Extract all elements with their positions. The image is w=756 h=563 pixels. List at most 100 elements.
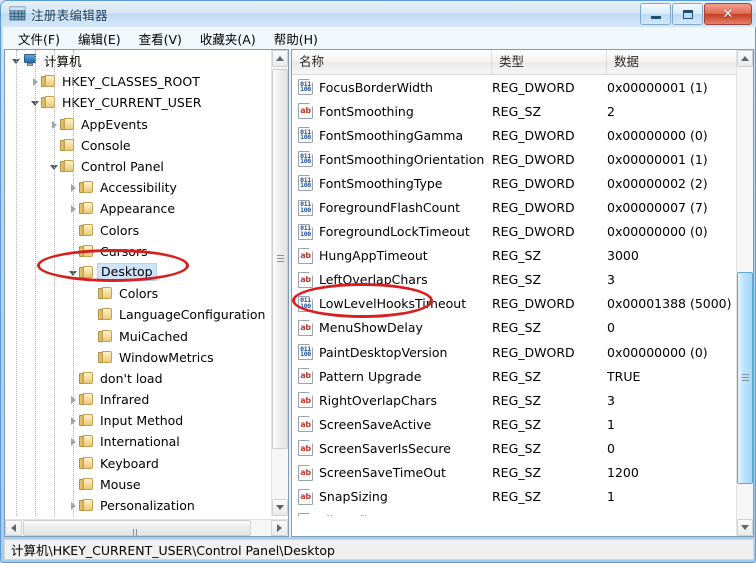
value-row[interactable]: 011100FontSmoothingTypeREG_DWORD0x000000… xyxy=(292,171,736,195)
value-row[interactable]: abLeftOverlapCharsREG_SZ3 xyxy=(292,268,736,292)
value-row[interactable]: 011100ForegroundLockTimeoutREG_DWORD0x00… xyxy=(292,220,736,244)
tree-node-console[interactable]: Console xyxy=(5,135,272,156)
value-row[interactable]: abHungAppTimeoutREG_SZ3000 xyxy=(292,244,736,268)
value-row[interactable]: 011100PaintDesktopVersionREG_DWORD0x0000… xyxy=(292,340,736,364)
value-type: REG_DWORD xyxy=(492,345,607,360)
menu-edit[interactable]: 编辑(E) xyxy=(69,27,130,50)
tree-node-label: Colors xyxy=(97,223,143,238)
tree-node-hkey-classes-root[interactable]: HKEY_CLASSES_ROOT xyxy=(5,71,272,92)
tree-node-colors[interactable]: Colors xyxy=(5,220,272,241)
tree-scroll-up-button[interactable] xyxy=(272,50,288,67)
tree-node-label: Console xyxy=(78,138,135,153)
values-scrollbar-thumb[interactable] xyxy=(737,272,753,484)
tree-scroll-left-button[interactable] xyxy=(5,520,22,536)
tree-scroll-down-button[interactable] xyxy=(272,499,288,516)
tree-node-cursors[interactable]: Cursors xyxy=(5,241,272,262)
title-bar: 注册表编辑器 ✕ xyxy=(1,1,756,27)
column-header-name[interactable]: 名称 xyxy=(292,50,492,74)
close-button[interactable]: ✕ xyxy=(704,3,752,25)
value-row[interactable]: 011100ForegroundFlashCountREG_DWORD0x000… xyxy=(292,195,736,219)
tree-horizontal-scrollbar[interactable] xyxy=(5,519,288,536)
folder-icon xyxy=(79,202,94,215)
value-row[interactable]: abTileWallpaperREG_SZ0 xyxy=(292,509,736,516)
window-title: 注册表编辑器 xyxy=(31,5,108,24)
value-type: REG_SZ xyxy=(492,320,607,335)
value-icon-glyph: ab xyxy=(299,249,312,263)
dword-icon: 011100 xyxy=(298,296,313,312)
value-data: 0 xyxy=(607,320,736,335)
value-row[interactable]: abScreenSaverIsSecureREG_SZ0 xyxy=(292,436,736,460)
tree-scroll-right-button[interactable] xyxy=(271,520,288,536)
value-row[interactable]: abRightOverlapCharsREG_SZ3 xyxy=(292,388,736,412)
tree-vertical-scrollbar[interactable] xyxy=(271,50,288,516)
values-list[interactable]: 011100FocusBorderWidthREG_DWORD0x0000000… xyxy=(292,75,736,516)
scrollbar-grip-icon xyxy=(742,374,749,382)
tree-node-international[interactable]: International xyxy=(5,431,272,452)
tree-node-windowmetrics[interactable]: WindowMetrics xyxy=(5,347,272,368)
folder-icon xyxy=(79,181,94,194)
minimize-button[interactable] xyxy=(640,3,671,25)
value-row[interactable]: abPattern UpgradeREG_SZTRUE xyxy=(292,364,736,388)
value-row[interactable]: 011100FontSmoothingGammaREG_DWORD0x00000… xyxy=(292,123,736,147)
tree-node-muicached[interactable]: MuiCached xyxy=(5,325,272,346)
value-type: REG_SZ xyxy=(492,465,607,480)
tree-node-appearance[interactable]: Appearance xyxy=(5,198,272,219)
string-icon: ab xyxy=(298,248,313,264)
menu-help[interactable]: 帮助(H) xyxy=(265,27,327,50)
maximize-button[interactable] xyxy=(672,3,703,25)
value-data: 0x00001388 (5000) xyxy=(607,296,736,311)
values-scroll-down-button[interactable] xyxy=(737,519,753,536)
tree-node-keyboard[interactable]: Keyboard xyxy=(5,453,272,474)
tree-node-control-panel[interactable]: Control Panel xyxy=(5,156,272,177)
value-data: 0x00000001 (1) xyxy=(607,152,736,167)
value-row[interactable]: 011100FontSmoothingOrientationREG_DWORD0… xyxy=(292,147,736,171)
column-header-type[interactable]: 类型 xyxy=(492,50,607,74)
string-icon: ab xyxy=(298,368,313,384)
value-name: Pattern Upgrade xyxy=(319,369,421,384)
value-row[interactable]: abScreenSaveTimeOutREG_SZ1200 xyxy=(292,461,736,485)
tree-node-desktop[interactable]: Desktop xyxy=(5,262,272,283)
tree-node-accessibility[interactable]: Accessibility xyxy=(5,177,272,198)
value-row[interactable]: abMenuShowDelayREG_SZ0 xyxy=(292,316,736,340)
menu-view[interactable]: 查看(V) xyxy=(130,27,191,50)
value-name: FontSmoothingType xyxy=(319,176,443,191)
tree-node-label: Infrared xyxy=(97,392,153,407)
value-row[interactable]: abFontSmoothingREG_SZ2 xyxy=(292,99,736,123)
folder-icon xyxy=(98,330,113,343)
value-row[interactable]: abScreenSaveActiveREG_SZ1 xyxy=(292,412,736,436)
values-scroll-up-button[interactable] xyxy=(737,50,753,67)
tree-node-colors[interactable]: Colors xyxy=(5,283,272,304)
close-icon: ✕ xyxy=(705,4,751,24)
tree-node-languageconfiguration[interactable]: LanguageConfiguration xyxy=(5,304,272,325)
string-icon: ab xyxy=(298,416,313,432)
registry-tree[interactable]: 计算机HKEY_CLASSES_ROOTHKEY_CURRENT_USERApp… xyxy=(5,50,272,516)
tree-node-label: WindowMetrics xyxy=(116,350,218,365)
tree-node-don-t-load[interactable]: don't load xyxy=(5,368,272,389)
window-controls: ✕ xyxy=(639,3,752,24)
tree-node-personalization[interactable]: Personalization xyxy=(5,495,272,516)
tree-node-label: don't load xyxy=(97,371,167,386)
value-row[interactable]: 011100FocusBorderWidthREG_DWORD0x0000000… xyxy=(292,75,736,99)
menu-file[interactable]: 文件(F) xyxy=(9,27,69,50)
tree-node-[interactable]: 计算机 xyxy=(5,50,272,71)
tree-hscrollbar-thumb[interactable] xyxy=(23,520,251,536)
folder-icon xyxy=(79,372,94,385)
menu-favorites[interactable]: 收藏夹(A) xyxy=(191,27,265,50)
value-name: TileWallpaper xyxy=(319,513,403,516)
folder-icon xyxy=(79,266,94,279)
tree-node-mouse[interactable]: Mouse xyxy=(5,474,272,495)
tree-node-hkey-current-user[interactable]: HKEY_CURRENT_USER xyxy=(5,92,272,113)
tree-node-input-method[interactable]: Input Method xyxy=(5,410,272,431)
string-icon: ab xyxy=(298,272,313,288)
tree-node-infrared[interactable]: Infrared xyxy=(5,389,272,410)
value-row[interactable]: 011100LowLevelHooksTimeoutREG_DWORD0x000… xyxy=(292,292,736,316)
tree-scrollbar-thumb[interactable] xyxy=(272,69,288,449)
tree-node-appevents[interactable]: AppEvents xyxy=(5,114,272,135)
tree-node-label: Cursors xyxy=(97,244,152,259)
string-icon: ab xyxy=(298,465,313,481)
value-row[interactable]: abSnapSizingREG_SZ1 xyxy=(292,485,736,509)
column-header-data[interactable]: 数据 xyxy=(607,50,736,74)
tree-spacer xyxy=(87,309,98,320)
values-vertical-scrollbar[interactable] xyxy=(736,50,753,536)
folder-icon xyxy=(79,245,94,258)
